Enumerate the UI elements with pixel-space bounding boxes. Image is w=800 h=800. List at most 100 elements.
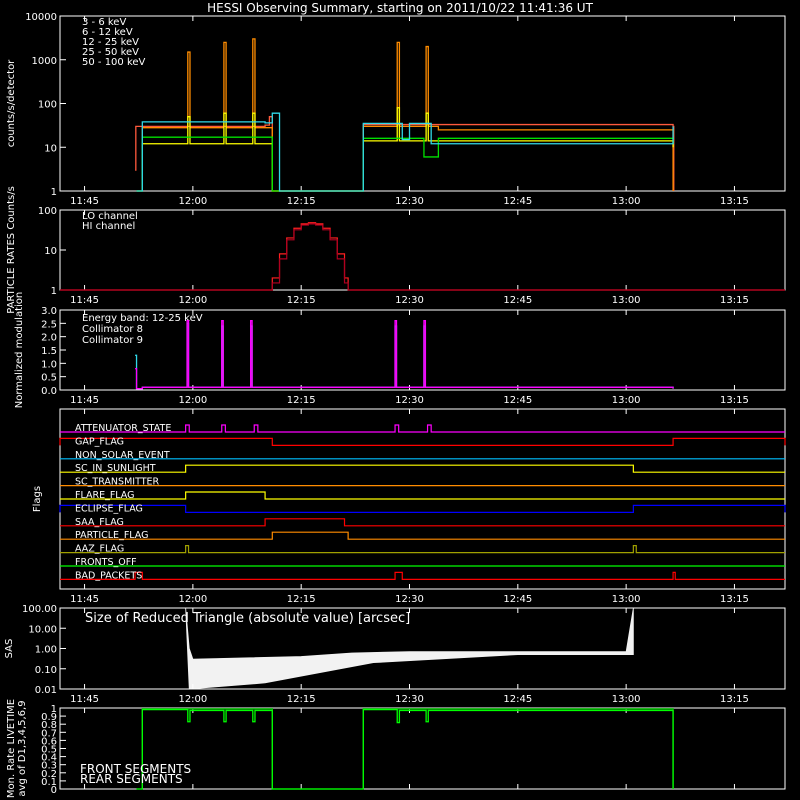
x-tick-label: 12:00 xyxy=(178,395,207,406)
x-tick-label: 12:15 xyxy=(287,295,316,306)
x-tick-label: 13:00 xyxy=(612,196,641,207)
y-tick-label: 2.5 xyxy=(41,319,57,330)
x-tick-label: 12:30 xyxy=(395,196,424,207)
x-tick-label: 13:00 xyxy=(612,594,641,605)
x-tick-label: 12:30 xyxy=(395,694,424,705)
series-line-1 xyxy=(136,38,674,192)
y-tick-label: 0.0 xyxy=(41,386,57,397)
flag-line-8 xyxy=(60,531,785,540)
y-tick-label: 10.00 xyxy=(28,624,57,635)
legend-entry: REAR SEGMENTS xyxy=(80,772,183,786)
series-line-3 xyxy=(136,136,674,192)
x-tick-label: 12:45 xyxy=(503,594,532,605)
y-axis-label: avg of D1,3,4,5,6,9 xyxy=(17,700,28,796)
flag-label: AAZ_FLAG xyxy=(75,544,124,555)
legend-entry: 50 - 100 keV xyxy=(82,57,146,68)
x-tick-label: 12:45 xyxy=(503,694,532,705)
x-tick-label: 11:45 xyxy=(70,196,99,207)
x-tick-label: 12:00 xyxy=(178,594,207,605)
x-tick-label: 12:15 xyxy=(287,196,316,207)
flag-label: FRONTS_OFF xyxy=(75,557,137,568)
x-tick-label: 13:00 xyxy=(612,295,641,306)
flag-label: BAD_PACKETS xyxy=(75,570,142,581)
y-tick-label: 10 xyxy=(44,246,57,257)
flag-line-7 xyxy=(60,518,785,527)
y-tick-label: 1.0 xyxy=(41,359,57,370)
x-tick-label: 12:45 xyxy=(503,295,532,306)
y-tick-label: 10000 xyxy=(25,12,57,23)
legend-entry: HI channel xyxy=(82,221,135,232)
flag-label: SC_IN_SUNLIGHT xyxy=(75,463,156,474)
y-tick-label: 1000 xyxy=(32,56,57,67)
y-tick-label: 0.5 xyxy=(41,373,57,384)
x-tick-label: 12:30 xyxy=(395,395,424,406)
flag-label: SC_TRANSMITTER xyxy=(75,477,160,488)
series-line-0 xyxy=(135,322,674,390)
flag-line-3 xyxy=(60,464,785,473)
y-tick-label: 0.10 xyxy=(35,665,57,676)
y-axis-label: Mon. Rate LIVETIME xyxy=(6,699,17,798)
panel-frame-1 xyxy=(59,209,786,291)
x-tick-label: 12:15 xyxy=(287,594,316,605)
y-tick-label: 2.0 xyxy=(41,333,57,344)
flag-label: FLARE_FLAG xyxy=(75,490,135,501)
x-tick-label: 13:00 xyxy=(612,395,641,406)
x-tick-label: 13:15 xyxy=(720,295,749,306)
flag-line-5 xyxy=(60,491,785,500)
x-tick-label: 13:15 xyxy=(720,694,749,705)
y-axis-label: Flags xyxy=(32,486,43,512)
flag-line-11 xyxy=(60,571,785,580)
x-tick-label: 12:00 xyxy=(178,694,207,705)
y-tick-label: 100.00 xyxy=(22,604,57,615)
y-tick-label: 10 xyxy=(44,143,57,154)
flag-label: ATTENUATOR_STATE xyxy=(75,423,171,434)
annotation: Size of Reduced Triangle (absolute value… xyxy=(85,611,410,626)
y-tick-label: 1.5 xyxy=(41,346,57,357)
annotation: Energy band: 12-25 keV xyxy=(82,313,203,324)
y-tick-label: 0.01 xyxy=(35,685,57,696)
x-tick-label: 12:15 xyxy=(287,694,316,705)
y-tick-label: 100 xyxy=(38,100,57,111)
x-tick-label: 13:15 xyxy=(720,196,749,207)
x-tick-label: 11:45 xyxy=(70,395,99,406)
flag-label: PARTICLE_FLAG xyxy=(75,530,148,541)
flag-line-9 xyxy=(60,545,785,554)
x-tick-label: 12:30 xyxy=(395,295,424,306)
flag-line-1 xyxy=(59,437,786,446)
chart-title: HESSI Observing Summary, starting on 201… xyxy=(207,1,593,15)
y-axis-label: counts/s/detector xyxy=(6,59,17,147)
y-tick-label: 3.0 xyxy=(41,306,57,317)
flag-label: GAP_FLAG xyxy=(75,436,124,447)
series-line-1 xyxy=(135,320,674,390)
x-tick-label: 13:15 xyxy=(720,395,749,406)
x-tick-label: 13:00 xyxy=(612,694,641,705)
y-tick-label: 100 xyxy=(38,206,57,217)
legend-entry: Collimator 9 xyxy=(82,335,143,346)
series-line-1 xyxy=(136,708,674,790)
x-tick-label: 12:45 xyxy=(503,196,532,207)
series-line-2 xyxy=(136,107,674,192)
x-tick-label: 11:45 xyxy=(70,594,99,605)
y-tick-label: 1.00 xyxy=(35,645,57,656)
y-tick-label: 1 xyxy=(51,286,57,297)
flag-label: ECLIPSE_FLAG xyxy=(75,503,143,514)
series-line-0 xyxy=(60,222,785,291)
panel-frame-0 xyxy=(59,15,786,192)
y-axis-label: SAS xyxy=(4,639,15,659)
x-tick-label: 12:15 xyxy=(287,395,316,406)
flag-line-6 xyxy=(59,504,786,513)
x-tick-label: 13:15 xyxy=(720,594,749,605)
x-tick-label: 12:45 xyxy=(503,395,532,406)
x-tick-label: 12:30 xyxy=(395,594,424,605)
flag-label: SAA_FLAG xyxy=(75,517,124,528)
x-tick-label: 12:00 xyxy=(178,295,207,306)
y-axis-label: Normalized modulation xyxy=(14,292,25,409)
flag-label: NON_SOLAR_EVENT xyxy=(75,450,170,461)
series-line-1 xyxy=(60,223,785,291)
series-line-0 xyxy=(136,708,674,790)
legend-entry: Collimator 8 xyxy=(82,324,143,335)
x-tick-label: 12:00 xyxy=(178,196,207,207)
x-tick-label: 11:45 xyxy=(70,295,99,306)
y-tick-label: 1 xyxy=(51,704,57,715)
x-tick-label: 11:45 xyxy=(70,694,99,705)
